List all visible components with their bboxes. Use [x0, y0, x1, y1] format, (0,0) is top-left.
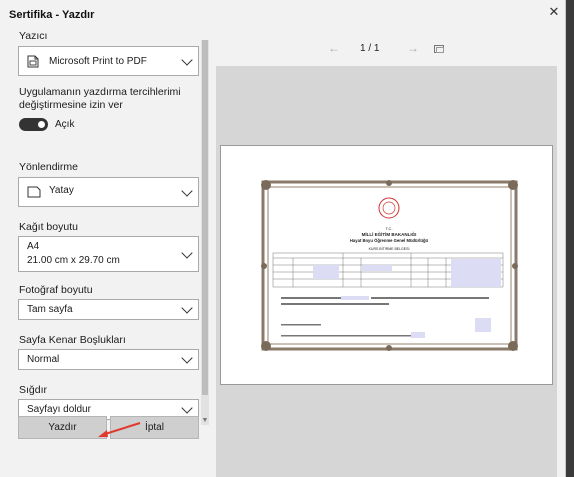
cert-org-prefix: T.C. [385, 226, 392, 231]
chevron-down-icon [181, 185, 193, 197]
print-dialog: Sertifika - Yazdır ✕ ▼ Yazıcı Microsoft … [0, 0, 566, 477]
annotation-arrow-icon [98, 422, 141, 437]
fit-label: Sığdır [19, 384, 48, 396]
print-button[interactable]: Yazdır [18, 416, 107, 439]
print-preview: ← 1 / 1 → T.C. MİLLİ EĞİTİM BAKANLIĞI Ha… [216, 28, 557, 477]
paper-size-value: A4 [27, 241, 40, 252]
cert-doc-type: KURS BİTİRME BELGESİ [369, 246, 410, 251]
title-bar: Sertifika - Yazdır ✕ [0, 0, 566, 28]
previous-page-icon[interactable]: ← [328, 41, 340, 55]
photo-size-select[interactable]: Tam sayfa [18, 299, 199, 320]
margins-label: Sayfa Kenar Boşlukları [19, 334, 126, 346]
chevron-down-icon [181, 302, 193, 314]
photo-size-label: Fotoğraf boyutu [19, 284, 93, 296]
cert-directorate: Hayat Boyu Öğrenme Genel Müdürlüğü [350, 238, 429, 243]
next-page-icon[interactable]: → [407, 41, 419, 55]
paper-size-label: Kağıt boyutu [19, 221, 78, 233]
preferences-label-line1: Uygulamanın yazdırma tercihlerimi [19, 86, 181, 98]
preview-page: T.C. MİLLİ EĞİTİM BAKANLIĞI Hayat Boyu Ö… [220, 145, 553, 385]
photo-size-value: Tam sayfa [27, 304, 73, 315]
background-window-edge [566, 0, 574, 477]
certificate-preview: T.C. MİLLİ EĞİTİM BAKANLIĞI Hayat Boyu Ö… [261, 180, 518, 351]
orientation-select[interactable]: Yatay [18, 177, 199, 207]
chevron-down-icon [181, 54, 193, 66]
fit-value: Sayfayı doldur [27, 404, 91, 415]
orientation-label: Yönlendirme [19, 161, 78, 173]
preview-background: T.C. MİLLİ EĞİTİM BAKANLIĞI Hayat Boyu Ö… [216, 66, 557, 477]
margins-select[interactable]: Normal [18, 349, 199, 370]
settings-scrollbar[interactable] [201, 40, 209, 425]
preferences-toggle[interactable] [19, 118, 48, 131]
preferences-label-line2: değiştirmesine izin ver [19, 99, 123, 111]
preview-navigation: ← 1 / 1 → [216, 28, 557, 66]
printer-icon [27, 55, 39, 68]
printer-value: Microsoft Print to PDF [49, 56, 147, 67]
fit-to-window-icon[interactable] [434, 45, 444, 53]
paper-size-select[interactable]: A4 21.00 cm x 29.70 cm [18, 236, 199, 272]
scroll-down-icon[interactable]: ▼ [201, 417, 209, 427]
chevron-down-icon [181, 352, 193, 364]
page-landscape-icon [27, 186, 41, 198]
cert-ministry: MİLLİ EĞİTİM BAKANLIĞI [362, 230, 417, 237]
settings-panel: ▼ Yazıcı Microsoft Print to PDF Uygulama… [0, 28, 210, 477]
chevron-down-icon [181, 247, 193, 259]
margins-value: Normal [27, 354, 60, 365]
close-icon[interactable]: ✕ [545, 4, 563, 20]
dialog-title: Sertifika - Yazdır [9, 9, 95, 21]
toggle-knob [38, 121, 45, 128]
toggle-state-label: Açık [55, 119, 75, 130]
printer-select[interactable]: Microsoft Print to PDF [18, 46, 199, 76]
chevron-down-icon [181, 402, 193, 414]
scrollbar-thumb[interactable] [202, 40, 208, 395]
orientation-value: Yatay [49, 185, 74, 196]
printer-label: Yazıcı [19, 30, 48, 42]
paper-size-detail: 21.00 cm x 29.70 cm [27, 255, 120, 266]
page-indicator: 1 / 1 [360, 43, 380, 54]
